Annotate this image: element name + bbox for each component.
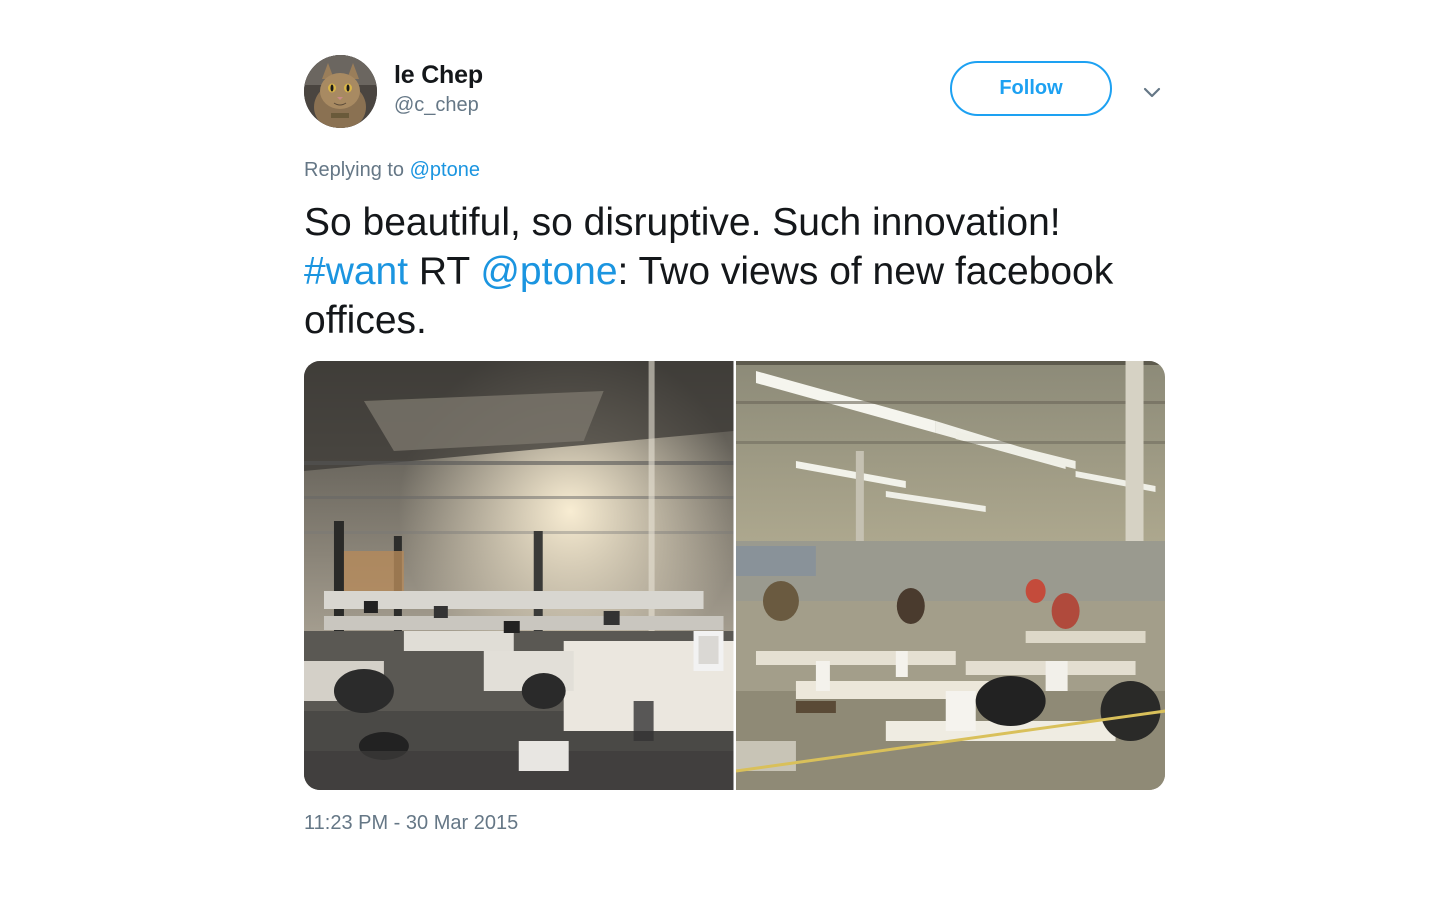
media-grid xyxy=(304,361,1165,790)
follow-button[interactable]: Follow xyxy=(950,61,1112,116)
photo-factory-floor[interactable] xyxy=(735,361,1165,790)
display-name[interactable]: le Chep xyxy=(394,60,483,90)
photo-open-office[interactable] xyxy=(304,361,734,790)
mention-link[interactable]: @ptone xyxy=(480,250,617,293)
tweet: le Chep @c_chep Follow Replying to @pton… xyxy=(304,54,1165,836)
chevron-down-icon[interactable] xyxy=(1140,80,1164,104)
avatar[interactable] xyxy=(304,55,377,128)
open-office-photo-icon xyxy=(304,361,734,790)
tweet-header: le Chep @c_chep Follow xyxy=(304,54,1165,130)
cat-avatar-icon xyxy=(304,55,377,128)
replying-prefix: Replying to xyxy=(304,159,405,181)
replying-to: Replying to @ptone xyxy=(304,157,1165,183)
tweet-text: So beautiful, so disruptive. Such innova… xyxy=(304,198,1165,345)
hashtag-link[interactable]: #want xyxy=(304,250,408,293)
user-handle[interactable]: @c_chep xyxy=(394,92,483,118)
tweet-text-part2: RT xyxy=(408,250,481,293)
tweet-text-part1: So beautiful, so disruptive. Such innova… xyxy=(304,201,1061,244)
reply-mention-link[interactable]: @ptone xyxy=(410,159,480,181)
factory-floor-photo-icon xyxy=(735,361,1165,790)
user-names[interactable]: le Chep @c_chep xyxy=(394,60,483,118)
tweet-timestamp[interactable]: 11:23 PM - 30 Mar 2015 xyxy=(304,810,1165,836)
